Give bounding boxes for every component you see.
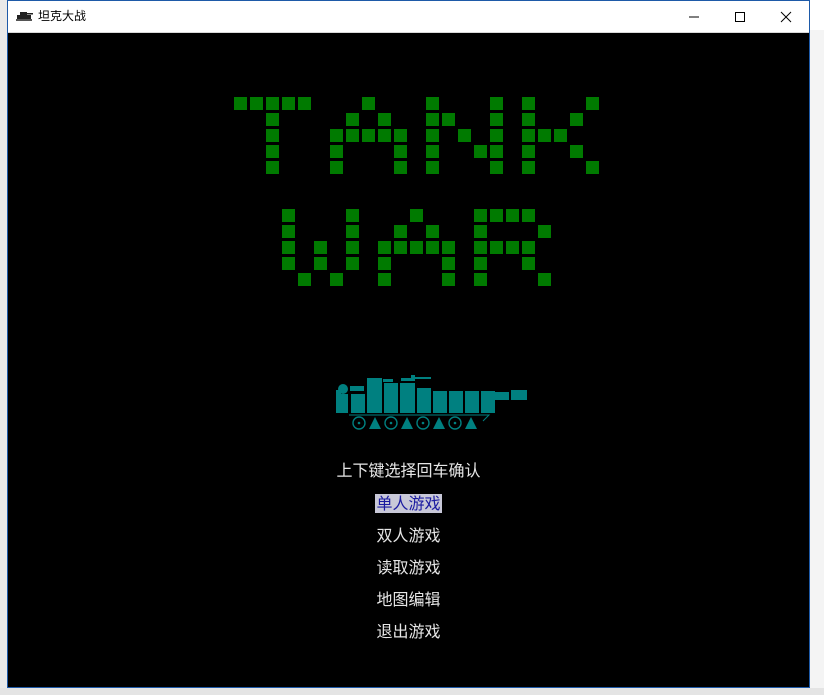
menu-item-exit-game[interactable]: 退出游戏: [8, 619, 809, 645]
menu-item-label: 地图编辑: [376, 590, 441, 609]
menu-item-label: 单人游戏: [375, 494, 442, 513]
close-icon: [780, 11, 792, 23]
desktop-background-right: [810, 30, 824, 695]
maximize-icon: [735, 12, 745, 22]
menu-item-map-editor[interactable]: 地图编辑: [8, 587, 809, 613]
tank-war-logo: [234, 97, 599, 286]
window-title: 坦克大战: [38, 9, 87, 23]
minimize-icon: [689, 16, 699, 18]
menu-item-label: 读取游戏: [376, 558, 441, 577]
logo-word-1: [234, 97, 599, 174]
menu-item-single-player[interactable]: 单人游戏: [8, 491, 809, 517]
tank-icon: [16, 12, 33, 21]
controls-hint: 上下键选择回车确认: [336, 461, 481, 480]
menu-item-label: 退出游戏: [376, 622, 441, 641]
minimize-button[interactable]: [671, 1, 717, 32]
maximize-button[interactable]: [717, 1, 763, 32]
close-button[interactable]: [763, 1, 809, 32]
logo-word-2: [282, 209, 551, 286]
menu-item-label: 双人游戏: [376, 526, 441, 545]
desktop-background-bottom: [0, 688, 824, 695]
game-window: 坦克大战 上下键选择回车确认 单人游戏 双人游戏 读取游戏 地图编辑 退出游戏: [7, 0, 810, 688]
menu-item-load-game[interactable]: 读取游戏: [8, 555, 809, 581]
game-canvas[interactable]: 上下键选择回车确认 单人游戏 双人游戏 读取游戏 地图编辑 退出游戏: [8, 33, 809, 687]
title-bar[interactable]: 坦克大战: [8, 1, 809, 33]
tank-icon: [336, 375, 527, 430]
menu-item-two-player[interactable]: 双人游戏: [8, 523, 809, 549]
